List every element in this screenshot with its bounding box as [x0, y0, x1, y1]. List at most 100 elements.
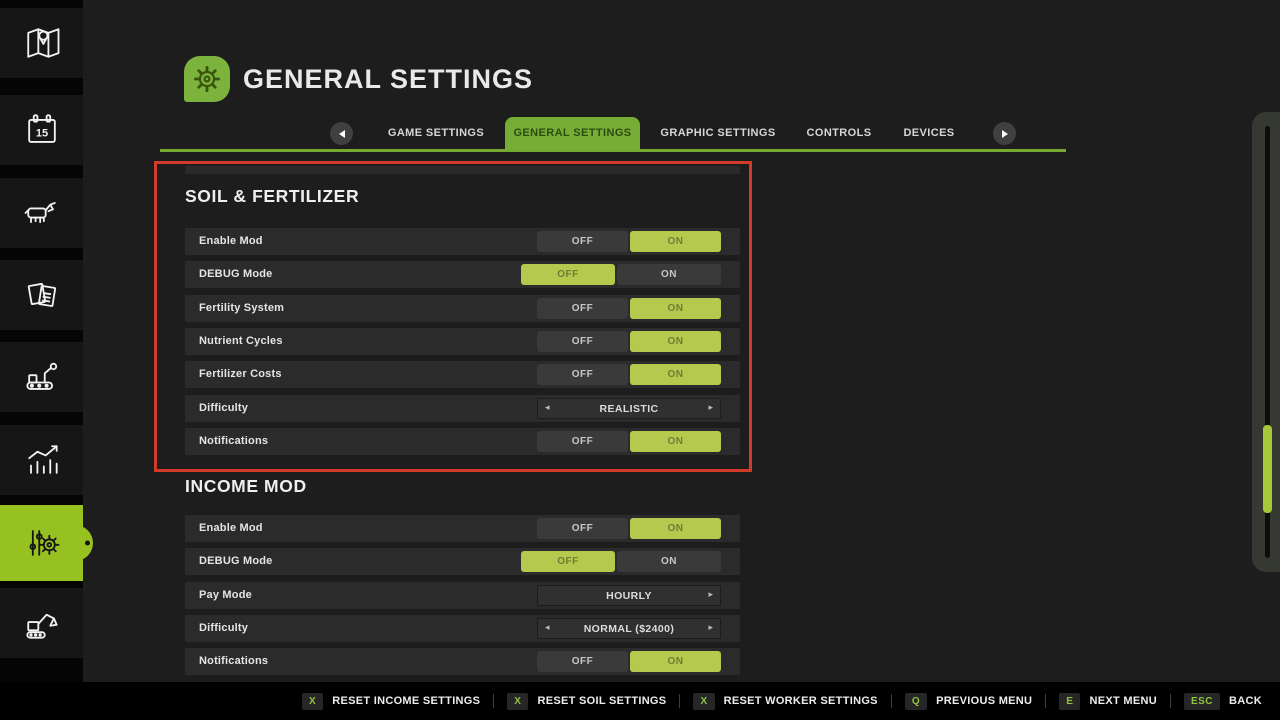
setting-label: Difficulty — [199, 615, 248, 642]
key-x-badge[interactable]: X — [302, 693, 323, 710]
select-difficulty-soil[interactable]: ◂ REALISTIC ▸ — [537, 398, 721, 419]
setting-label: Nutrient Cycles — [199, 328, 283, 355]
key-esc-badge[interactable]: ESC — [1184, 693, 1220, 710]
footer-separator — [493, 694, 494, 708]
footer-separator — [1045, 694, 1046, 708]
toggle-off-button[interactable]: OFF — [521, 264, 615, 285]
sidebar-item-map[interactable] — [0, 8, 83, 78]
setting-label: Notifications — [199, 648, 268, 675]
row-enable-mod: Enable Mod OFF ON — [185, 228, 740, 255]
arrow-right-icon[interactable]: ▸ — [708, 619, 713, 638]
statistics-icon — [20, 438, 64, 482]
production-icon — [20, 355, 64, 399]
select-value: REALISTIC — [599, 403, 658, 415]
setting-label: Enable Mod — [199, 515, 263, 542]
arrow-left-icon[interactable]: ◂ — [545, 399, 550, 418]
footer-separator — [891, 694, 892, 708]
footer-separator — [679, 694, 680, 708]
next-menu-button[interactable]: NEXT MENU — [1089, 695, 1156, 707]
toggle-nutrient-cycles: OFF ON — [537, 331, 721, 352]
tab-game-settings[interactable]: GAME SETTINGS — [378, 118, 494, 149]
toggle-off-button[interactable]: OFF — [537, 518, 628, 539]
cow-icon — [20, 191, 64, 235]
toggle-off-button[interactable]: OFF — [537, 331, 628, 352]
key-e-badge[interactable]: E — [1059, 693, 1080, 710]
tabs-prev-button[interactable] — [330, 122, 353, 145]
scrollbar[interactable] — [1252, 112, 1280, 572]
tab-controls[interactable]: CONTROLS — [803, 118, 875, 149]
excavator-icon — [20, 601, 64, 645]
arrow-right-icon[interactable]: ▸ — [708, 586, 713, 605]
setting-label: Difficulty — [199, 395, 248, 422]
footer-separator — [1170, 694, 1171, 708]
row-nutrient-cycles: Nutrient Cycles OFF ON — [185, 328, 740, 355]
sidebar-item-finances[interactable] — [0, 260, 83, 330]
back-button[interactable]: BACK — [1229, 695, 1262, 707]
arrow-right-icon[interactable]: ▸ — [708, 399, 713, 418]
row-fertilizer-costs: Fertilizer Costs OFF ON — [185, 361, 740, 388]
tab-graphic-settings[interactable]: GRAPHIC SETTINGS — [658, 118, 778, 149]
reset-worker-settings-button[interactable]: RESET WORKER SETTINGS — [724, 695, 878, 707]
select-pay-mode[interactable]: HOURLY ▸ — [537, 585, 721, 606]
previous-menu-button[interactable]: PREVIOUS MENU — [936, 695, 1032, 707]
sidebar-item-production[interactable] — [0, 342, 83, 412]
setting-label: Pay Mode — [199, 582, 252, 609]
select-value: HOURLY — [606, 590, 652, 602]
reset-soil-settings-button[interactable]: RESET SOIL SETTINGS — [537, 695, 666, 707]
row-fertility-system: Fertility System OFF ON — [185, 295, 740, 322]
toggle-on-button[interactable]: ON — [617, 551, 721, 572]
toggle-on-button[interactable]: ON — [630, 431, 721, 452]
row-pay-mode: Pay Mode HOURLY ▸ — [185, 582, 740, 609]
toggle-on-button[interactable]: ON — [630, 231, 721, 252]
row-enable-mod-income: Enable Mod OFF ON — [185, 515, 740, 542]
toggle-fertility-system: OFF ON — [537, 298, 721, 319]
scrollbar-thumb[interactable] — [1263, 425, 1272, 513]
toggle-on-button[interactable]: ON — [630, 651, 721, 672]
toggle-off-button[interactable]: OFF — [537, 364, 628, 385]
sidebar-item-mod-settings[interactable] — [0, 505, 83, 581]
toggle-on-button[interactable]: ON — [630, 331, 721, 352]
page-icon — [184, 56, 230, 102]
tab-devices[interactable]: DEVICES — [899, 118, 959, 149]
sidebar-item-construction[interactable] — [0, 588, 83, 658]
tabs-next-button[interactable] — [993, 122, 1016, 145]
toggle-off-button[interactable]: OFF — [537, 651, 628, 672]
toggle-enable-mod: OFF ON — [537, 231, 721, 252]
toggle-on-button[interactable]: ON — [630, 298, 721, 319]
key-x-badge[interactable]: X — [507, 693, 528, 710]
toggle-enable-mod-income: OFF ON — [537, 518, 721, 539]
calendar-day-label: 15 — [35, 127, 47, 139]
sidebar-item-statistics[interactable] — [0, 425, 83, 495]
documents-icon — [20, 273, 64, 317]
reset-income-settings-button[interactable]: RESET INCOME SETTINGS — [332, 695, 480, 707]
toggle-on-button[interactable]: ON — [630, 518, 721, 539]
partial-row — [185, 166, 740, 174]
map-icon — [20, 21, 64, 65]
row-debug-mode-income: DEBUG Mode OFF ON — [185, 548, 740, 575]
tab-general-settings[interactable]: GENERAL SETTINGS — [505, 117, 640, 150]
toggle-on-button[interactable]: ON — [617, 264, 721, 285]
toggle-off-button[interactable]: OFF — [521, 551, 615, 572]
setting-label: DEBUG Mode — [199, 261, 273, 288]
toggle-off-button[interactable]: OFF — [537, 231, 628, 252]
select-difficulty-income[interactable]: ◂ NORMAL ($2400) ▸ — [537, 618, 721, 639]
arrow-left-icon[interactable]: ◂ — [545, 619, 550, 638]
row-debug-mode: DEBUG Mode OFF ON — [185, 261, 740, 288]
chevron-left-icon — [339, 130, 345, 138]
chevron-right-icon — [1002, 130, 1008, 138]
toggle-off-button[interactable]: OFF — [537, 431, 628, 452]
section-title-income-mod: INCOME MOD — [185, 476, 307, 497]
key-x-badge[interactable]: X — [693, 693, 714, 710]
general-settings-screen: 15 — [0, 0, 1280, 720]
toggle-off-button[interactable]: OFF — [537, 298, 628, 319]
toggle-debug-mode-income: OFF ON — [521, 551, 721, 572]
sidebar-item-calendar[interactable]: 15 — [0, 95, 83, 165]
sidebar: 15 — [0, 0, 83, 682]
setting-label: Notifications — [199, 428, 268, 455]
sidebar-item-animals[interactable] — [0, 178, 83, 248]
setting-label: Fertilizer Costs — [199, 361, 282, 388]
setting-label: Fertility System — [199, 295, 284, 322]
toggle-on-button[interactable]: ON — [630, 364, 721, 385]
toggle-fertilizer-costs: OFF ON — [537, 364, 721, 385]
key-q-badge[interactable]: Q — [905, 693, 927, 710]
